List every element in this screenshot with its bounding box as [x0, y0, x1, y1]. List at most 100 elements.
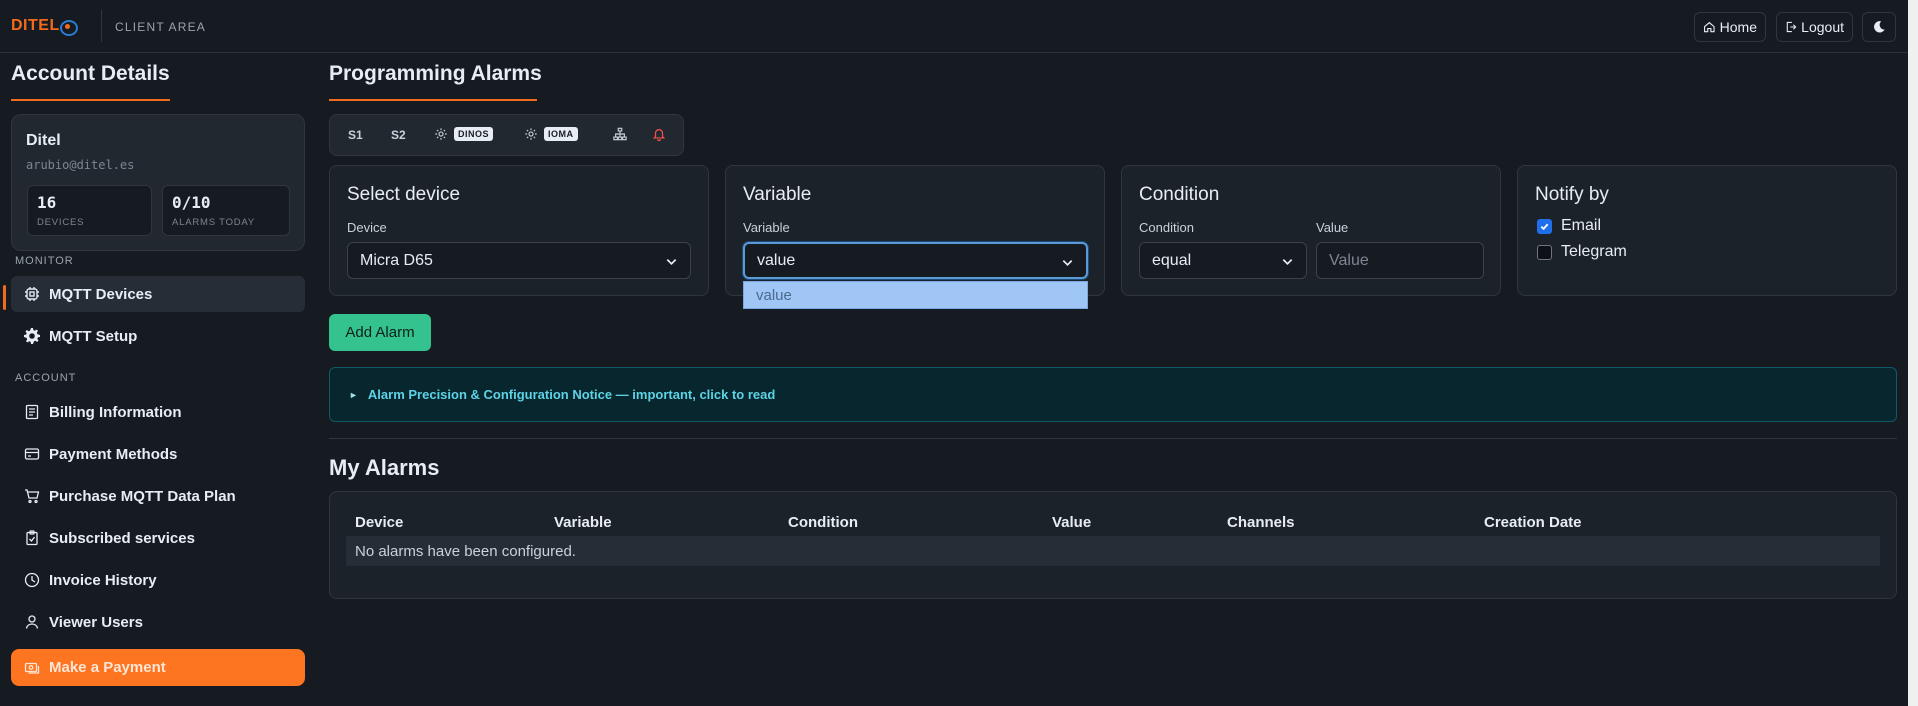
clock-icon [24, 572, 40, 588]
cart-icon [25, 489, 40, 504]
sidebar-item-label: MQTT Devices [49, 285, 153, 303]
devices-label: DEVICES [37, 217, 85, 228]
section-divider [329, 438, 1897, 439]
variable-panel: Variable Variable value [725, 165, 1105, 296]
empty-table-message: No alarms have been configured. [355, 543, 576, 560]
monitor-section-label: MONITOR [15, 255, 74, 267]
condition-label: Condition [1139, 220, 1194, 235]
hierarchy-button[interactable] [613, 127, 627, 141]
page-title-underline [329, 99, 537, 101]
alarms-count: 0/10 [172, 193, 211, 212]
sitemap-icon [613, 127, 627, 141]
condition-title: Condition [1139, 184, 1220, 205]
clipboard-check-icon [26, 530, 38, 546]
sidebar-item-label: Billing Information [49, 403, 182, 421]
value-input-placeholder: Value [1329, 251, 1369, 269]
account-card: Ditel arubio@ditel.es 16 DEVICES 0/10 AL… [11, 114, 305, 251]
dinos-settings-button[interactable]: DINOS [434, 127, 494, 141]
chevron-down-icon [1282, 259, 1293, 266]
value-label: Value [1316, 220, 1349, 235]
make-payment-button[interactable]: Make a Payment [11, 649, 305, 686]
client-area-label: CLIENT AREA [115, 20, 207, 34]
theme-toggle-button[interactable] [1862, 12, 1896, 42]
telegram-checkbox[interactable] [1537, 244, 1552, 260]
sidebar-item-subscribed-services[interactable]: Subscribed services [11, 520, 305, 556]
devices-stat: 16 DEVICES [27, 185, 152, 236]
condition-select[interactable]: equal [1139, 242, 1307, 279]
ditel-logo[interactable]: DITEL [11, 17, 78, 36]
account-email: arubio@ditel.es [26, 158, 135, 172]
account-section-label: ACCOUNT [15, 372, 77, 384]
column-header-device: Device [355, 514, 404, 531]
document-icon [25, 404, 39, 420]
account-name: Ditel [26, 132, 61, 149]
home-label: Home [1719, 19, 1757, 35]
logo-text: DITEL [11, 17, 60, 34]
credit-card-icon [24, 448, 40, 460]
column-header-creation-date: Creation Date [1484, 514, 1582, 531]
email-checkbox-row[interactable]: Email [1537, 217, 1601, 235]
user-icon [25, 615, 39, 629]
variable-dropdown-option[interactable]: value [743, 281, 1088, 309]
sidebar-item-label: Viewer Users [49, 613, 143, 631]
dinos-badge: DINOS [454, 127, 494, 141]
active-indicator [3, 285, 6, 310]
sidebar-title-underline [11, 99, 170, 101]
alarm-toolbar: S1 S2 DINOS IOMA [329, 114, 684, 156]
bell-icon [652, 129, 666, 141]
sidebar-item-viewer-users[interactable]: Viewer Users [11, 604, 305, 640]
alarm-notice-toggle[interactable]: ► Alarm Precision & Configuration Notice… [329, 367, 1897, 422]
gear-icon [525, 128, 537, 140]
page-title: Programming Alarms [329, 62, 542, 85]
logout-button[interactable]: Logout [1776, 12, 1853, 42]
s1-button[interactable]: S1 [348, 128, 363, 142]
ioma-badge: IOMA [544, 127, 578, 141]
sidebar-item-invoice-history[interactable]: Invoice History [11, 562, 305, 598]
add-alarm-button[interactable]: Add Alarm [329, 314, 431, 351]
variable-select[interactable]: value [743, 242, 1088, 279]
s2-button[interactable]: S2 [391, 128, 406, 142]
telegram-checkbox-row[interactable]: Telegram [1537, 243, 1627, 261]
chevron-down-icon [666, 259, 677, 266]
sidebar-item-payment-methods[interactable]: Payment Methods [11, 436, 305, 472]
alarms-stat: 0/10 ALARMS TODAY [162, 185, 290, 236]
logout-icon [1786, 21, 1797, 33]
sidebar-item-mqtt-devices[interactable]: MQTT Devices [11, 276, 305, 312]
sidebar-item-purchase-mqtt-data-plan[interactable]: Purchase MQTT Data Plan [11, 478, 305, 514]
value-input[interactable]: Value [1316, 242, 1484, 279]
sidebar-item-billing-information[interactable]: Billing Information [11, 394, 305, 430]
logo-mark-icon [58, 19, 78, 36]
alarms-table: Device Variable Condition Value Channels… [329, 491, 1897, 599]
sidebar-item-label: Payment Methods [49, 445, 178, 463]
home-button[interactable]: Home [1694, 12, 1766, 42]
make-payment-label: Make a Payment [49, 659, 166, 676]
s2-label: S2 [391, 128, 406, 142]
device-select[interactable]: Micra D65 [347, 242, 691, 279]
alarms-label: ALARMS TODAY [172, 217, 255, 228]
table-row [346, 536, 1880, 566]
s1-label: S1 [348, 128, 363, 142]
logout-label: Logout [1801, 19, 1844, 35]
chip-icon [25, 287, 39, 301]
home-icon [1704, 21, 1715, 33]
sidebar-title: Account Details [11, 62, 170, 85]
sidebar-item-label: Invoice History [49, 571, 157, 589]
page-scrollbar[interactable] [1908, 0, 1918, 706]
ioma-settings-button[interactable]: IOMA [524, 127, 578, 141]
alarms-bell-button[interactable] [652, 127, 666, 141]
sidebar-item-label: MQTT Setup [49, 327, 138, 345]
header-divider [101, 10, 102, 42]
sidebar-item-label: Subscribed services [49, 529, 195, 547]
notify-title: Notify by [1535, 184, 1609, 205]
email-checkbox[interactable] [1537, 218, 1552, 234]
select-device-panel: Select device Device Micra D65 [329, 165, 709, 296]
variable-title: Variable [743, 184, 812, 205]
sidebar-item-mqtt-setup[interactable]: MQTT Setup [11, 318, 305, 354]
email-label: Email [1561, 217, 1602, 234]
condition-panel: Condition Condition equal Value Value [1121, 165, 1501, 296]
cash-icon [24, 662, 40, 674]
chevron-down-icon [1062, 260, 1073, 267]
sidebar-item-label: Purchase MQTT Data Plan [49, 487, 236, 505]
check-icon [1540, 223, 1549, 230]
column-header-channels: Channels [1227, 514, 1295, 531]
